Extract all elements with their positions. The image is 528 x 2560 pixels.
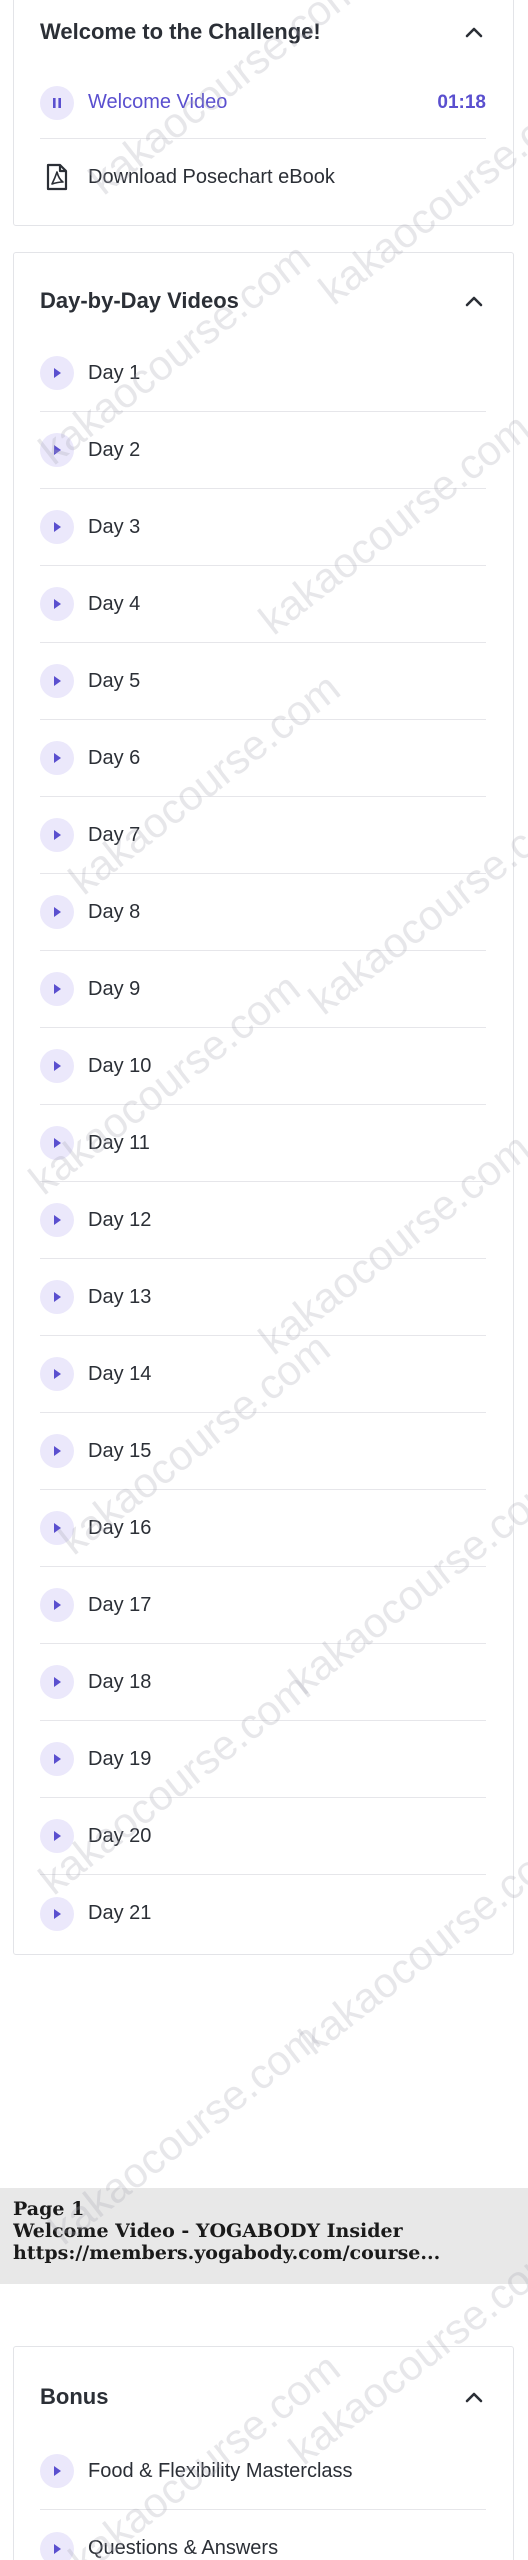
play-icon <box>40 1819 74 1853</box>
lesson-label: Day 18 <box>88 1670 152 1693</box>
bonus-item[interactable]: Questions & Answers <box>40 2510 486 2560</box>
welcome-section-title: Welcome to the Challenge! <box>40 19 321 44</box>
play-icon <box>40 356 74 390</box>
bonus-list: Food & Flexibility Masterclass Questions … <box>14 2433 513 2560</box>
day-video-item[interactable]: Day 7 <box>40 797 486 874</box>
day-video-item[interactable]: Day 9 <box>40 951 486 1028</box>
day-video-item[interactable]: Day 17 <box>40 1567 486 1644</box>
play-icon <box>40 972 74 1006</box>
lesson-duration: 01:18 <box>437 91 486 113</box>
day-video-item[interactable]: Day 4 <box>40 566 486 643</box>
day-video-item[interactable]: Day 11 <box>40 1105 486 1182</box>
day-video-item[interactable]: Day 21 <box>40 1875 486 1952</box>
chevron-up-icon[interactable] <box>462 20 486 44</box>
print-page-number: Page 1 <box>13 2198 85 2220</box>
bonus-item[interactable]: Food & Flexibility Masterclass <box>40 2433 486 2510</box>
lesson-label: Day 4 <box>88 592 141 615</box>
play-icon <box>40 510 74 544</box>
play-icon <box>40 587 74 621</box>
play-icon <box>40 818 74 852</box>
bonus-section: Bonus Food & Flexibility Masterclass Ques… <box>13 2346 514 2560</box>
day-video-item[interactable]: Day 6 <box>40 720 486 797</box>
play-icon <box>40 1742 74 1776</box>
lesson-label: Day 16 <box>88 1516 152 1539</box>
pause-icon <box>40 85 74 120</box>
download-posechart-ebook[interactable]: Download Posechart eBook <box>40 139 486 215</box>
lesson-label: Day 10 <box>88 1054 152 1077</box>
lesson-label: Food & Flexibility Masterclass <box>88 2459 353 2482</box>
lesson-label: Day 6 <box>88 746 141 769</box>
day-video-item[interactable]: Day 13 <box>40 1259 486 1336</box>
play-icon <box>40 1434 74 1468</box>
lesson-label: Day 1 <box>88 361 141 384</box>
play-icon <box>40 1280 74 1314</box>
day-video-item[interactable]: Day 8 <box>40 874 486 951</box>
play-icon <box>40 1665 74 1699</box>
play-icon <box>40 1511 74 1545</box>
play-icon <box>40 895 74 929</box>
day-video-item[interactable]: Day 3 <box>40 489 486 566</box>
lesson-label: Day 17 <box>88 1593 152 1616</box>
print-page-url: https://members.yogabody.com/course... <box>13 2242 441 2264</box>
bonus-section-header[interactable]: Bonus <box>14 2347 513 2433</box>
welcome-section: Welcome to the Challenge! Welcome Video … <box>13 0 514 226</box>
day-video-item[interactable]: Day 15 <box>40 1413 486 1490</box>
play-icon <box>40 1357 74 1391</box>
day-video-item[interactable]: Day 20 <box>40 1798 486 1875</box>
play-icon <box>40 2454 74 2488</box>
play-icon <box>40 664 74 698</box>
bonus-section-title: Bonus <box>40 2384 109 2409</box>
play-icon <box>40 1896 74 1931</box>
videos-section-title: Day-by-Day Videos <box>40 288 239 313</box>
welcome-section-header[interactable]: Welcome to the Challenge! <box>14 0 513 67</box>
lesson-label: Day 13 <box>88 1285 152 1308</box>
lesson-label: Day 11 <box>88 1131 150 1154</box>
lesson-label: Day 8 <box>88 900 141 923</box>
play-icon <box>40 1126 74 1160</box>
lesson-label: Day 2 <box>88 438 141 461</box>
lesson-label: Welcome Video <box>88 91 228 113</box>
day-video-item[interactable]: Day 18 <box>40 1644 486 1721</box>
lesson-label: Day 7 <box>88 823 141 846</box>
play-icon <box>40 433 74 467</box>
play-icon <box>40 1203 74 1237</box>
print-page-title: Welcome Video - YOGABODY Insider <box>13 2220 403 2242</box>
videos-section: Day-by-Day Videos Day 1 Day 2 Day 3 Day 4 Da… <box>13 252 514 1955</box>
pdf-file-icon <box>40 160 74 194</box>
videos-section-header[interactable]: Day-by-Day Videos <box>14 253 513 335</box>
day-video-item[interactable]: Day 2 <box>40 412 486 489</box>
play-icon <box>40 1049 74 1083</box>
day-video-item[interactable]: Day 16 <box>40 1490 486 1567</box>
day-video-item[interactable]: Day 5 <box>40 643 486 720</box>
day-video-item[interactable]: Day 14 <box>40 1336 486 1413</box>
day-video-item[interactable]: Day 12 <box>40 1182 486 1259</box>
lesson-label: Download Posechart eBook <box>88 165 335 188</box>
lesson-label: Day 12 <box>88 1208 152 1231</box>
day-video-item[interactable]: Day 19 <box>40 1721 486 1798</box>
lesson-label: Day 3 <box>88 515 141 538</box>
lesson-label: Day 21 <box>88 1902 152 1924</box>
lesson-label: Day 14 <box>88 1362 152 1385</box>
day-video-item[interactable]: Day 1 <box>40 335 486 412</box>
chevron-up-icon[interactable] <box>462 289 486 313</box>
lesson-label: Questions & Answers <box>88 2537 279 2559</box>
day-list: Day 1 Day 2 Day 3 Day 4 Day 5 Day 6 Day 7 Day 8… <box>14 335 513 1952</box>
print-footer: Page 1 Welcome Video - YOGABODY Insider … <box>0 2188 528 2284</box>
play-icon <box>40 1588 74 1622</box>
day-video-item[interactable]: Day 10 <box>40 1028 486 1105</box>
lesson-label: Day 5 <box>88 669 141 692</box>
play-icon <box>40 2531 74 2560</box>
chevron-up-icon[interactable] <box>462 2385 486 2409</box>
lesson-label: Day 9 <box>88 977 141 1000</box>
lesson-label: Day 19 <box>88 1747 152 1770</box>
lesson-label: Day 20 <box>88 1824 152 1847</box>
lesson-welcome-video[interactable]: Welcome Video 01:18 <box>40 67 486 139</box>
play-icon <box>40 741 74 775</box>
lesson-label: Day 15 <box>88 1439 152 1462</box>
